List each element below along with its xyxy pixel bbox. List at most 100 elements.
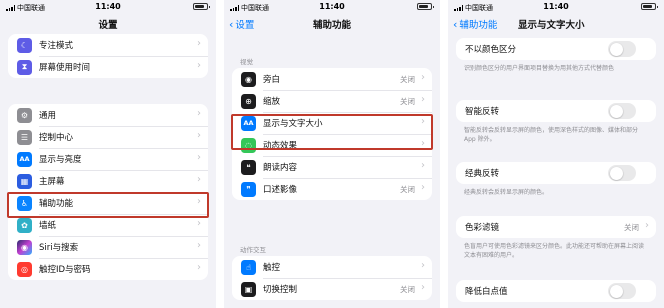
section-header-vision: 视觉 (240, 58, 253, 66)
settings-item-touch-id[interactable]: ◎ 触控ID与密码 › (8, 258, 208, 280)
status-time: 11:40 (95, 2, 121, 11)
display-text-size-screen: 中国联通 11:40 ‹ 辅助功能 显示与文字大小 不以颜色区分 识别颜色区分的用… (448, 0, 664, 308)
page-title: 设置 (98, 20, 118, 31)
setting-value: 关闭 (624, 222, 639, 232)
setting-reduce-white-point: 降低白点值 (456, 280, 656, 302)
chevron-left-icon: ‹ (453, 17, 458, 31)
item-label: 触控 (263, 263, 281, 273)
battery-icon (193, 3, 210, 10)
speech-icon: ❝ (241, 159, 256, 175)
setting-note: 识别颜色区分的用户界面项目替换为用其他方式代替颜色 (464, 65, 615, 72)
item-label: 缩放 (263, 97, 281, 107)
item-value: 关闭 (400, 184, 415, 194)
chevron-right-icon: › (421, 94, 425, 105)
highlight-box (7, 192, 209, 218)
setting-classic-invert: 经典反转 (456, 162, 656, 184)
accessibility-item-audio-descriptions[interactable]: ❞ 口述影像 关闭 › (232, 178, 432, 200)
setting-note: 色盲用户可使用色彩滤镜来区分颜色。此功能还可帮助在屏幕上阅读文本有困难的用户。 (464, 243, 645, 259)
hourglass-icon: ⧗ (17, 59, 32, 75)
zoom-icon: ⊕ (241, 93, 256, 109)
setting-note: 智能反转会反转显示屏的颜色，使用深色样式的图像、媒体和部分 App 除外。 (464, 127, 639, 143)
highlight-box (231, 114, 433, 150)
settings-item-label: 控制中心 (39, 133, 74, 143)
chevron-right-icon: › (421, 182, 425, 193)
interaction-group: ☝ 触控 › ▣ 切换控制 关闭 › (232, 256, 432, 300)
aa-icon: AA (17, 151, 32, 167)
nav-bar: 设置 (0, 14, 216, 34)
battery-icon (641, 3, 658, 10)
toggle-switch[interactable] (608, 283, 636, 299)
chevron-right-icon: › (421, 260, 425, 271)
chevron-right-icon: › (197, 174, 201, 185)
setting-smart-invert: 智能反转 (456, 100, 656, 122)
settings-item-label: Siri与搜索 (39, 243, 79, 253)
chevron-right-icon: › (197, 240, 201, 251)
chevron-right-icon: › (197, 130, 201, 141)
settings-item-home-screen[interactable]: ▦ 主屏幕 › (8, 170, 208, 192)
toggles-icon: ☰ (17, 129, 32, 145)
toggle-switch[interactable] (608, 165, 636, 181)
chevron-right-icon: › (197, 218, 201, 229)
chevron-right-icon: › (197, 108, 201, 119)
hand-icon: ☝ (241, 259, 256, 275)
chevron-right-icon: › (645, 220, 649, 231)
settings-item-general[interactable]: ⚙ 通用 › (8, 104, 208, 126)
chevron-right-icon: › (197, 60, 201, 71)
status-time: 11:40 (543, 2, 569, 11)
setting-label: 降低白点值 (465, 287, 508, 297)
settings-item-siri[interactable]: ◉ Siri与搜索 › (8, 236, 208, 258)
page-title: 辅助功能 (312, 20, 351, 31)
chevron-right-icon: › (421, 72, 425, 83)
settings-item-control-center[interactable]: ☰ 控制中心 › (8, 126, 208, 148)
settings-row-group: 智能反转 (456, 100, 656, 122)
chevron-right-icon: › (197, 152, 201, 163)
setting-label: 不以颜色区分 (465, 45, 517, 55)
focus-group: ☾ 专注模式 › ⧗ 屏幕使用时间 › (8, 34, 208, 78)
status-bar: 中国联通 11:40 (0, 0, 216, 14)
settings-item-label: 屏幕使用时间 (39, 63, 91, 73)
accessibility-item-spoken-content[interactable]: ❝ 朗读内容 › (232, 156, 432, 178)
accessibility-screen: 中国联通 11:40 ‹ 设置 辅助功能 视觉 ◉ 旁白 关闭 › ⊕ 缩放 关闭… (224, 0, 440, 308)
siri-icon: ◉ (17, 239, 32, 255)
status-time: 11:40 (319, 2, 345, 11)
accessibility-item-switch-control[interactable]: ▣ 切换控制 关闭 › (232, 278, 432, 300)
settings-item-label: 专注模式 (39, 41, 74, 51)
page-title: 显示与文字大小 (518, 20, 585, 31)
setting-color-filters[interactable]: 色彩滤镜 关闭 › (456, 216, 656, 238)
settings-item-focus[interactable]: ☾ 专注模式 › (8, 34, 208, 56)
nav-bar: ‹ 设置 辅助功能 (224, 14, 440, 34)
settings-row-group: 不以颜色区分 (456, 38, 656, 60)
setting-differentiate-without-color: 不以颜色区分 (456, 38, 656, 60)
item-value: 关闭 (400, 96, 415, 106)
battery-icon (417, 3, 434, 10)
flower-icon: ✿ (17, 217, 32, 233)
settings-item-label: 主屏幕 (39, 177, 65, 187)
back-button[interactable]: ‹ 辅助功能 (453, 17, 497, 32)
item-label: 旁白 (263, 75, 281, 85)
accessibility-item-zoom[interactable]: ⊕ 缩放 关闭 › (232, 90, 432, 112)
settings-row-group: 降低白点值 (456, 280, 656, 302)
gear-icon: ⚙ (17, 107, 32, 123)
chevron-right-icon: › (197, 262, 201, 273)
settings-item-label: 墙纸 (39, 221, 57, 231)
accessibility-item-touch[interactable]: ☝ 触控 › (232, 256, 432, 278)
setting-label: 色彩滤镜 (465, 223, 500, 233)
nav-bar: ‹ 辅助功能 显示与文字大小 (448, 14, 664, 34)
setting-label: 经典反转 (465, 169, 500, 179)
settings-row-group: 色彩滤镜 关闭 › (456, 216, 656, 238)
settings-item-label: 通用 (39, 111, 57, 121)
section-header-interaction: 动作交互 (240, 246, 266, 254)
item-value: 关闭 (400, 74, 415, 84)
toggle-switch[interactable] (608, 41, 636, 57)
chevron-right-icon: › (197, 38, 201, 49)
chevron-right-icon: › (421, 282, 425, 293)
quote-icon: ❞ (241, 181, 256, 197)
chevron-right-icon: › (421, 160, 425, 171)
toggle-switch[interactable] (608, 103, 636, 119)
accessibility-item-voiceover[interactable]: ◉ 旁白 关闭 › (232, 68, 432, 90)
voiceover-icon: ◉ (241, 71, 256, 87)
settings-item-display[interactable]: AA 显示与亮度 › (8, 148, 208, 170)
settings-item-screen-time[interactable]: ⧗ 屏幕使用时间 › (8, 56, 208, 78)
setting-label: 智能反转 (465, 107, 500, 117)
setting-note: 经典反转会反转显示屏的颜色。 (464, 189, 549, 196)
